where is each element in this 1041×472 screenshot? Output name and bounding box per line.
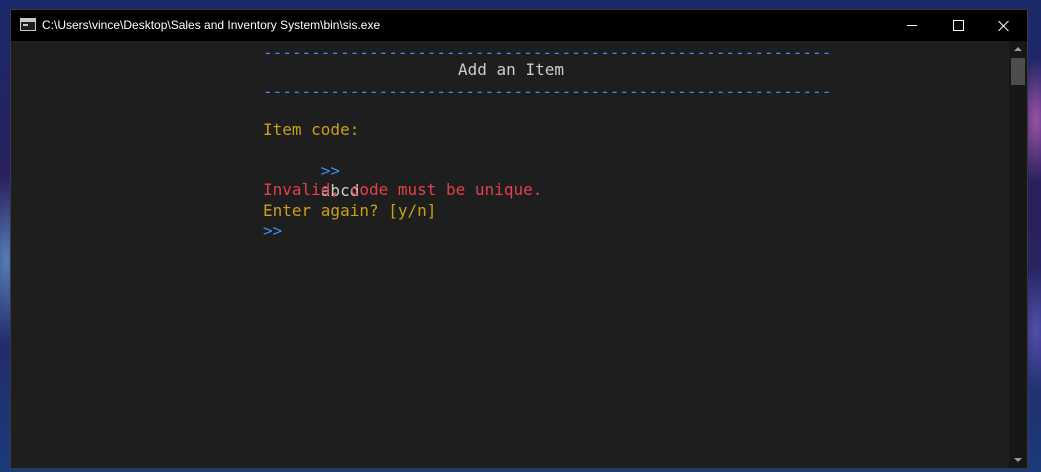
scroll-up-button[interactable] [1009,41,1027,57]
vertical-scrollbar[interactable] [1009,41,1027,468]
input-marker: >> [320,161,341,180]
maximize-icon [952,20,964,31]
maximize-button[interactable] [935,10,981,41]
title-bar[interactable]: C:\Users\vince\Desktop\Sales and Invento… [11,10,1027,41]
close-button[interactable] [981,10,1027,41]
arrow-down-icon [1014,458,1022,462]
screen-heading: Add an Item [458,60,564,79]
minimize-icon [907,25,917,26]
console-output[interactable]: ----------------------------------------… [11,41,1009,468]
divider-bottom: ----------------------------------------… [263,82,832,101]
retry-prompt: Enter again? [y/n] [263,201,437,220]
window-title: C:\Users\vince\Desktop\Sales and Invento… [42,18,381,32]
arrow-up-icon [1014,47,1022,51]
minimize-button[interactable] [889,10,935,41]
close-icon [998,20,1010,32]
error-message: Invalid, code must be unique. [263,180,543,199]
scroll-thumb[interactable] [1011,58,1025,85]
input-marker[interactable]: >> [263,221,282,241]
item-code-label: Item code: [263,120,360,139]
console-window: C:\Users\vince\Desktop\Sales and Invento… [11,10,1027,468]
scroll-down-button[interactable] [1009,452,1027,468]
console-app-icon [20,18,36,31]
